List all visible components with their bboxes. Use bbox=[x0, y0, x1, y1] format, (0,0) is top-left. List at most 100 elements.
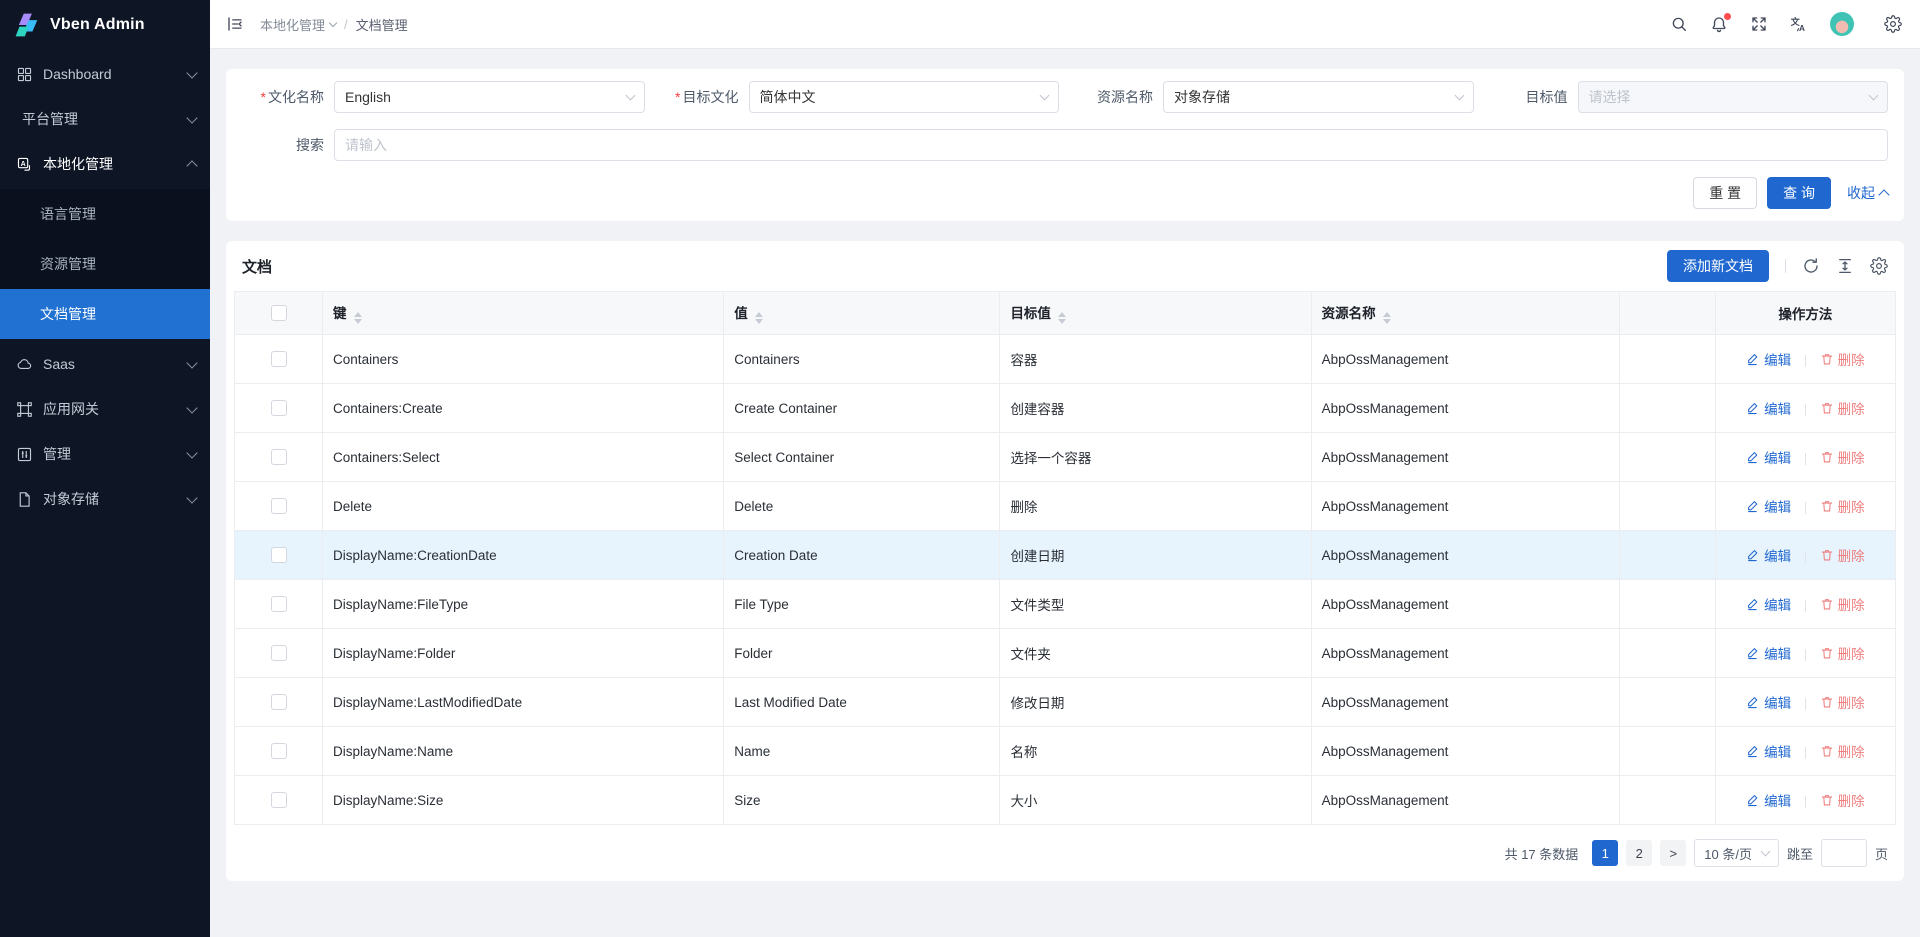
row-checkbox[interactable] bbox=[271, 449, 287, 465]
user-avatar[interactable] bbox=[1830, 12, 1854, 36]
edit-button[interactable]: 编辑 bbox=[1746, 643, 1791, 663]
sort-icon[interactable] bbox=[1383, 312, 1391, 324]
settings-icon[interactable] bbox=[1884, 15, 1902, 33]
column-settings-icon[interactable] bbox=[1870, 257, 1888, 275]
column-header-value[interactable]: 值 bbox=[724, 292, 1000, 335]
sidebar-item-resource-management[interactable]: 资源管理 bbox=[0, 239, 210, 289]
trash-icon bbox=[1820, 744, 1834, 758]
edit-button[interactable]: 编辑 bbox=[1746, 545, 1791, 565]
resource-name-select[interactable]: 对象存储 bbox=[1163, 81, 1474, 113]
sort-icon[interactable] bbox=[354, 312, 362, 324]
edit-button[interactable]: 编辑 bbox=[1746, 594, 1791, 614]
delete-button[interactable]: 删除 bbox=[1820, 643, 1865, 663]
cell-value: Creation Date bbox=[724, 531, 1000, 580]
filter-actions: 重 置 查 询 收起 bbox=[242, 177, 1888, 209]
app-logo[interactable]: Vben Admin bbox=[0, 0, 210, 49]
row-checkbox[interactable] bbox=[271, 743, 287, 759]
target-value-select[interactable]: 请选择 bbox=[1578, 81, 1889, 113]
pencil-icon bbox=[1746, 695, 1760, 709]
edit-button[interactable]: 编辑 bbox=[1746, 692, 1791, 712]
page-button-1[interactable]: 1 bbox=[1592, 840, 1618, 866]
cell-value: Delete bbox=[724, 482, 1000, 531]
select-placeholder: 请选择 bbox=[1589, 87, 1631, 107]
sidebar-item-label: Saas bbox=[43, 356, 178, 372]
chevron-down-icon bbox=[186, 447, 197, 458]
delete-button[interactable]: 删除 bbox=[1820, 398, 1865, 418]
edit-button[interactable]: 编辑 bbox=[1746, 447, 1791, 467]
search-input[interactable] bbox=[334, 129, 1888, 161]
page-size-select[interactable]: 10 条/页 bbox=[1694, 839, 1779, 867]
sidebar-item-dashboard[interactable]: Dashboard bbox=[0, 54, 210, 94]
sidebar-item-management[interactable]: 管理 bbox=[0, 434, 210, 474]
cell-empty bbox=[1619, 482, 1715, 531]
cell-empty bbox=[1619, 384, 1715, 433]
pencil-icon bbox=[1746, 499, 1760, 513]
search-icon[interactable] bbox=[1670, 15, 1688, 33]
translate-icon[interactable]: 文 A bbox=[1790, 15, 1808, 33]
notification-icon[interactable] bbox=[1710, 15, 1728, 33]
sidebar-item-object-storage[interactable]: 对象存储 bbox=[0, 479, 210, 519]
row-checkbox[interactable] bbox=[271, 547, 287, 563]
edit-button[interactable]: 编辑 bbox=[1746, 790, 1791, 810]
pencil-icon bbox=[1746, 646, 1760, 660]
field-label: *目标文化 bbox=[657, 87, 749, 107]
sidebar-item-localization[interactable]: A 本地化管理 bbox=[0, 144, 210, 184]
collapse-filter-link[interactable]: 收起 bbox=[1847, 183, 1888, 203]
sort-icon[interactable] bbox=[755, 312, 763, 324]
delete-button[interactable]: 删除 bbox=[1820, 594, 1865, 614]
sidebar-item-language-management[interactable]: 语言管理 bbox=[0, 189, 210, 239]
row-checkbox[interactable] bbox=[271, 645, 287, 661]
table-row: Containers:Select Select Container 选择一个容… bbox=[235, 433, 1896, 482]
column-header-empty bbox=[1619, 292, 1715, 335]
edit-button[interactable]: 编辑 bbox=[1746, 496, 1791, 516]
row-height-icon[interactable] bbox=[1836, 257, 1854, 275]
next-page-button[interactable]: > bbox=[1660, 840, 1686, 866]
delete-button[interactable]: 删除 bbox=[1820, 741, 1865, 761]
jump-page-input[interactable] bbox=[1821, 839, 1867, 867]
cell-key: Delete bbox=[323, 482, 724, 531]
breadcrumb-current[interactable]: 文档管理 bbox=[356, 15, 408, 34]
target-culture-select[interactable]: 简体中文 bbox=[749, 81, 1060, 113]
edit-button[interactable]: 编辑 bbox=[1746, 741, 1791, 761]
sort-icon[interactable] bbox=[1058, 312, 1066, 324]
delete-button[interactable]: 删除 bbox=[1820, 790, 1865, 810]
fullscreen-icon[interactable] bbox=[1750, 15, 1768, 33]
reset-button[interactable]: 重 置 bbox=[1693, 177, 1757, 209]
sidebar-item-saas[interactable]: Saas bbox=[0, 344, 210, 384]
page-button-2[interactable]: 2 bbox=[1626, 840, 1652, 866]
page-size-value: 10 条/页 bbox=[1704, 844, 1752, 863]
column-header-target-value[interactable]: 目标值 bbox=[1000, 292, 1311, 335]
select-all-checkbox[interactable] bbox=[271, 305, 287, 321]
row-checkbox[interactable] bbox=[271, 792, 287, 808]
delete-button[interactable]: 删除 bbox=[1820, 447, 1865, 467]
delete-button[interactable]: 删除 bbox=[1820, 545, 1865, 565]
refresh-icon[interactable] bbox=[1802, 257, 1820, 275]
sidebar-item-document-management[interactable]: 文档管理 bbox=[0, 289, 210, 339]
row-checkbox[interactable] bbox=[271, 498, 287, 514]
column-header-resource-name[interactable]: 资源名称 bbox=[1311, 292, 1619, 335]
delete-button[interactable]: 删除 bbox=[1820, 692, 1865, 712]
required-asterisk: * bbox=[261, 89, 266, 105]
add-document-button[interactable]: 添加新文档 bbox=[1667, 250, 1769, 282]
row-checkbox[interactable] bbox=[271, 694, 287, 710]
query-button[interactable]: 查 询 bbox=[1767, 177, 1831, 209]
culture-name-select[interactable]: English bbox=[334, 81, 645, 113]
select-value: 对象存储 bbox=[1174, 87, 1230, 107]
row-checkbox[interactable] bbox=[271, 400, 287, 416]
row-checkbox-cell bbox=[235, 433, 323, 482]
cell-resource-name: AbpOssManagement bbox=[1311, 580, 1619, 629]
edit-button[interactable]: 编辑 bbox=[1746, 398, 1791, 418]
edit-button[interactable]: 编辑 bbox=[1746, 349, 1791, 369]
delete-button[interactable]: 删除 bbox=[1820, 349, 1865, 369]
delete-button[interactable]: 删除 bbox=[1820, 496, 1865, 516]
row-checkbox[interactable] bbox=[271, 596, 287, 612]
breadcrumb-root[interactable]: 本地化管理 bbox=[260, 15, 336, 34]
column-header-key[interactable]: 键 bbox=[323, 292, 724, 335]
collapse-sidebar-icon[interactable] bbox=[226, 15, 244, 33]
sidebar-item-gateway[interactable]: 应用网关 bbox=[0, 389, 210, 429]
row-checkbox[interactable] bbox=[271, 351, 287, 367]
table-body: Containers Containers 容器 AbpOssManagemen… bbox=[235, 335, 1896, 825]
row-checkbox-cell bbox=[235, 384, 323, 433]
row-checkbox-cell bbox=[235, 678, 323, 727]
sidebar-item-platform[interactable]: 平台管理 bbox=[0, 99, 210, 139]
